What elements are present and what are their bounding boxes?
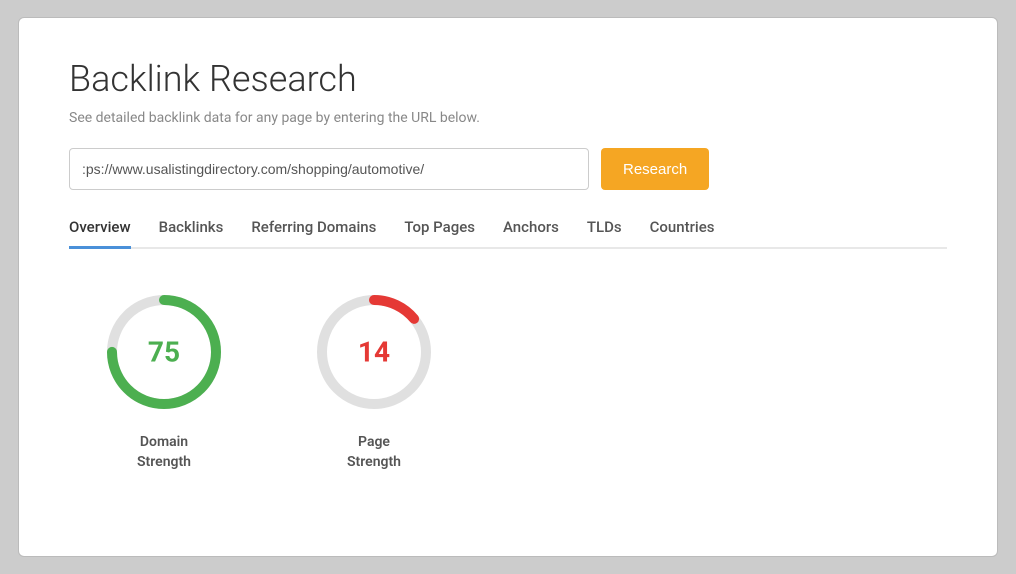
page-strength-chart: 14 PageStrength [309, 287, 439, 472]
tab-overview[interactable]: Overview [69, 218, 131, 249]
tab-countries[interactable]: Countries [650, 218, 715, 249]
charts-section: 75 DomainStrength 14 PageStrength [69, 287, 947, 472]
domain-strength-value: 75 [148, 336, 180, 369]
search-row: Research [69, 148, 947, 190]
research-button[interactable]: Research [601, 148, 709, 190]
page-strength-value: 14 [358, 336, 390, 369]
page-title: Backlink Research [69, 58, 947, 100]
subtitle: See detailed backlink data for any page … [69, 110, 947, 126]
domain-strength-label: DomainStrength [137, 433, 191, 472]
tabs-nav: Overview Backlinks Referring Domains Top… [69, 218, 947, 249]
main-window: Backlink Research See detailed backlink … [18, 17, 998, 557]
tab-referring-domains[interactable]: Referring Domains [251, 218, 376, 249]
domain-strength-donut: 75 [99, 287, 229, 417]
page-strength-donut: 14 [309, 287, 439, 417]
url-input[interactable] [69, 148, 589, 190]
tab-anchors[interactable]: Anchors [503, 218, 559, 249]
tab-backlinks[interactable]: Backlinks [159, 218, 224, 249]
tab-tlds[interactable]: TLDs [587, 218, 622, 249]
domain-strength-chart: 75 DomainStrength [99, 287, 229, 472]
page-strength-label: PageStrength [347, 433, 401, 472]
tab-top-pages[interactable]: Top Pages [404, 218, 475, 249]
